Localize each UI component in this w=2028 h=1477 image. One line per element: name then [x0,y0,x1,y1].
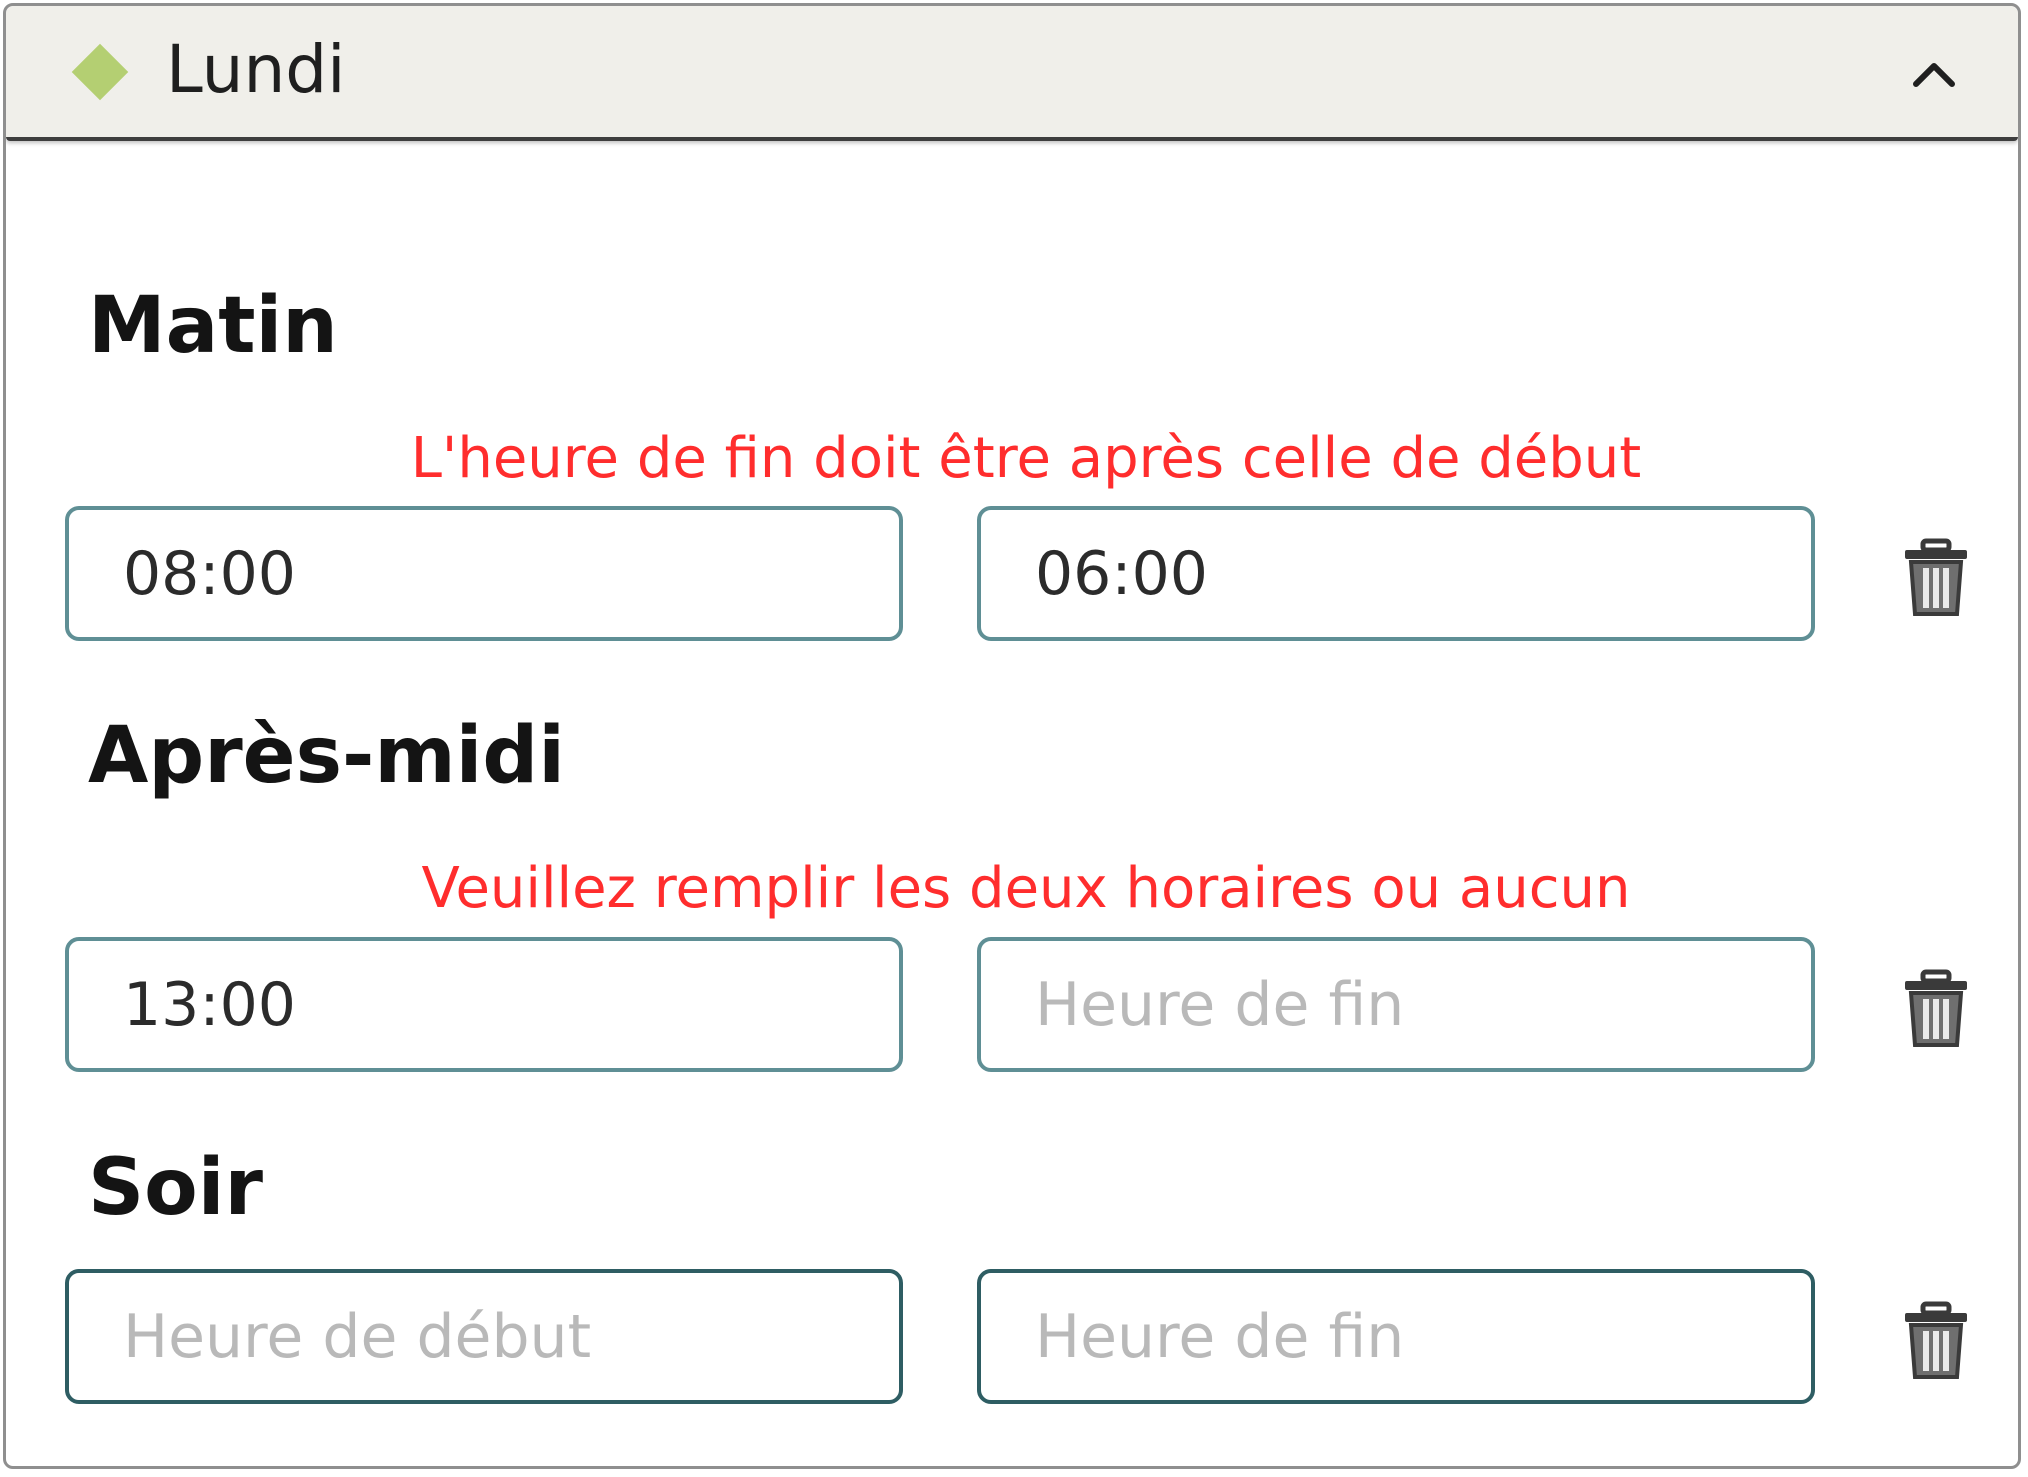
trash-icon[interactable] [1901,969,1971,1049]
day-title: Lundi [166,31,346,108]
diamond-icon [71,43,129,101]
apres-midi-end-time-input[interactable] [977,937,1815,1072]
soir-start-time-input[interactable] [65,1269,903,1404]
soir-end-time-input[interactable] [977,1269,1815,1404]
apres-midi-start-time-input[interactable] [65,937,903,1072]
error-message-apres-midi: Veuillez remplir les deux horaires ou au… [421,856,1631,921]
trash-icon[interactable] [1901,538,1971,618]
section-title-soir: Soir [88,1143,263,1233]
day-accordion-header[interactable]: Lundi [6,6,2018,141]
section-title-matin: Matin [88,281,338,371]
trash-icon[interactable] [1901,1301,1971,1381]
chevron-up-icon[interactable] [1906,46,1962,102]
section-title-apres-midi: Après-midi [88,711,565,801]
day-schedule-panel: Lundi Matin L'heure de fin doit être apr… [3,3,2021,1469]
matin-start-time-input[interactable] [65,506,903,641]
error-message-matin: L'heure de fin doit être après celle de … [410,426,1642,491]
matin-end-time-input[interactable] [977,506,1815,641]
